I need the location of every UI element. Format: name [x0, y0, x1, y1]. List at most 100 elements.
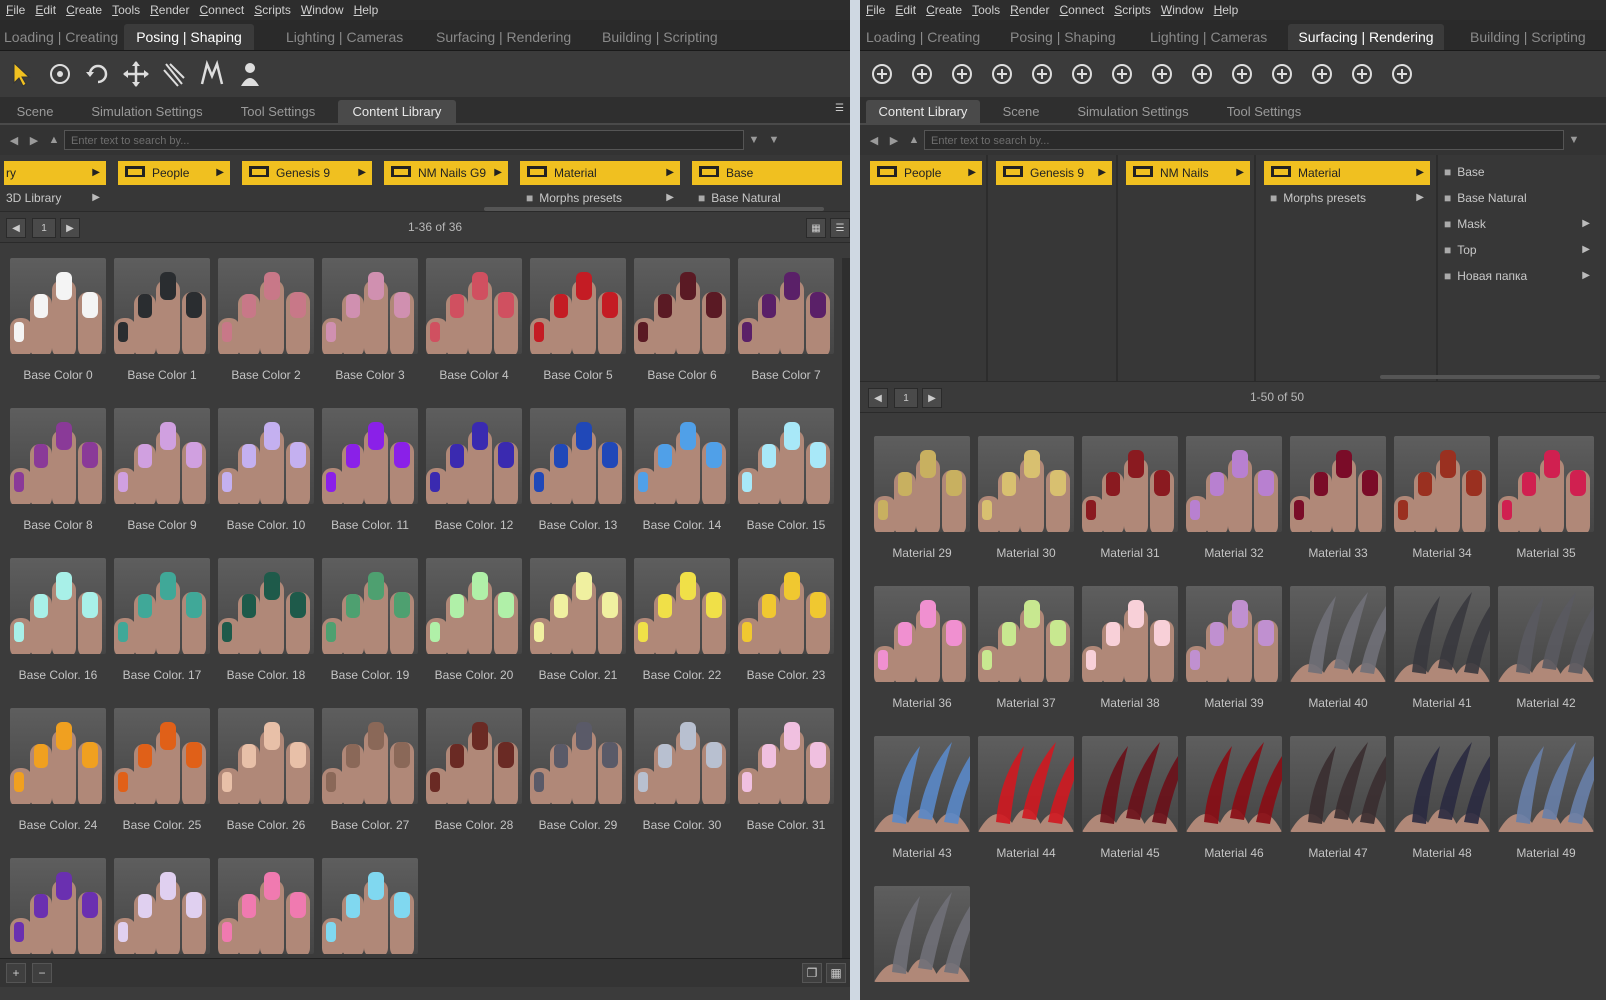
- tab-building-scripting[interactable]: Building | Scripting: [1470, 24, 1586, 50]
- subfolder-new-folder[interactable]: ■ Новая папка ▶: [1444, 265, 1596, 287]
- menu-item-file[interactable]: File: [866, 3, 885, 17]
- menu-item-create[interactable]: Create: [926, 3, 962, 17]
- asset-tile[interactable]: [10, 858, 106, 968]
- asset-tile[interactable]: Base Color. 10: [218, 408, 314, 532]
- asset-tile[interactable]: Base Color. 23: [738, 558, 834, 682]
- folder-material[interactable]: Material ▶: [520, 161, 680, 185]
- nail-thumbnail[interactable]: [1290, 436, 1386, 532]
- asset-tile[interactable]: Material 35: [1498, 436, 1594, 560]
- joint-editor-icon[interactable]: [158, 58, 190, 90]
- render-camera-icon[interactable]: [1066, 58, 1098, 90]
- asset-tile[interactable]: Material 36: [874, 586, 970, 710]
- next-page-icon[interactable]: ▶: [922, 388, 942, 408]
- folder-root[interactable]: ry ▶: [4, 161, 106, 185]
- nail-thumbnail[interactable]: [634, 708, 730, 804]
- tab-simulation-settings[interactable]: Simulation Settings: [80, 100, 214, 123]
- nail-thumbnail[interactable]: [10, 558, 106, 654]
- nail-thumbnail[interactable]: [1082, 436, 1178, 532]
- asset-tile[interactable]: Material 33: [1290, 436, 1386, 560]
- folder-genesis9[interactable]: Genesis 9 ▶: [996, 161, 1112, 185]
- nail-thumbnail[interactable]: [978, 736, 1074, 832]
- tab-lighting-cameras[interactable]: Lighting | Cameras: [1150, 24, 1267, 50]
- nail-thumbnail[interactable]: [426, 408, 522, 504]
- nail-thumbnail[interactable]: [738, 258, 834, 354]
- asset-tile[interactable]: Base Color. 22: [634, 558, 730, 682]
- add-icon[interactable]: +: [6, 963, 26, 983]
- asset-tile[interactable]: Base Color. 16: [10, 558, 106, 682]
- filter-dropdown-icon[interactable]: ▼: [764, 130, 784, 150]
- tab-content-library[interactable]: Content Library: [338, 100, 456, 123]
- tab-posing-shaping[interactable]: Posing | Shaping: [1010, 24, 1116, 50]
- menu-item-file[interactable]: File: [6, 3, 25, 17]
- nail-thumbnail[interactable]: [1186, 586, 1282, 682]
- nail-thumbnail[interactable]: [530, 408, 626, 504]
- nail-thumbnail[interactable]: [1394, 736, 1490, 832]
- asset-tile[interactable]: Base Color. 15: [738, 408, 834, 532]
- menu-item-help[interactable]: Help: [354, 3, 379, 17]
- nail-thumbnail[interactable]: [10, 408, 106, 504]
- search-input[interactable]: Enter text to search by...: [924, 130, 1564, 150]
- up-icon[interactable]: ▲: [44, 130, 64, 150]
- pointer-tool-icon[interactable]: [6, 58, 38, 90]
- menu-item-create[interactable]: Create: [66, 3, 102, 17]
- nail-thumbnail[interactable]: [114, 258, 210, 354]
- rotate-tool-icon[interactable]: [82, 58, 114, 90]
- nail-thumbnail[interactable]: [1394, 436, 1490, 532]
- nail-thumbnail[interactable]: [1498, 736, 1594, 832]
- menu-item-edit[interactable]: Edit: [35, 3, 56, 17]
- menu-item-scripts[interactable]: Scripts: [254, 3, 291, 17]
- asset-tile[interactable]: Material 44: [978, 736, 1074, 860]
- nail-thumbnail[interactable]: [114, 558, 210, 654]
- folder-base[interactable]: Base: [692, 161, 842, 185]
- prev-page-icon[interactable]: ◀: [6, 218, 26, 238]
- nail-thumbnail[interactable]: [634, 258, 730, 354]
- folder-people[interactable]: People ▶: [118, 161, 230, 185]
- folder-genesis9[interactable]: Genesis 9 ▶: [242, 161, 372, 185]
- nail-thumbnail[interactable]: [530, 558, 626, 654]
- page-number[interactable]: 1: [32, 218, 56, 238]
- up-icon[interactable]: ▲: [904, 130, 924, 150]
- tab-lighting-cameras[interactable]: Lighting | Cameras: [286, 24, 403, 50]
- cube-tool-icon[interactable]: [1266, 58, 1298, 90]
- folder-nm-nails[interactable]: NM Nails ▶: [1126, 161, 1250, 185]
- nail-thumbnail[interactable]: [738, 708, 834, 804]
- grid-view-icon[interactable]: ▦: [806, 218, 826, 238]
- asset-tile[interactable]: Base Color 2: [218, 258, 314, 382]
- nail-thumbnail[interactable]: [114, 858, 210, 954]
- asset-tile[interactable]: [218, 858, 314, 968]
- light-tool-icon[interactable]: [946, 58, 978, 90]
- asset-tile[interactable]: Base Color 3: [322, 258, 418, 382]
- nail-thumbnail[interactable]: [10, 258, 106, 354]
- list-view-icon[interactable]: ☰: [830, 218, 850, 238]
- nail-thumbnail[interactable]: [218, 558, 314, 654]
- asset-tile[interactable]: Base Color. 21: [530, 558, 626, 682]
- tab-loading-creating[interactable]: Loading | Creating: [4, 24, 118, 50]
- nail-thumbnail[interactable]: [874, 586, 970, 682]
- menu-item-edit[interactable]: Edit: [895, 3, 916, 17]
- nail-thumbnail[interactable]: [978, 586, 1074, 682]
- asset-tile[interactable]: Base Color. 17: [114, 558, 210, 682]
- geometry-editor-icon[interactable]: [1106, 58, 1138, 90]
- asset-tile[interactable]: Base Color. 27: [322, 708, 418, 832]
- nail-thumbnail[interactable]: [634, 558, 730, 654]
- nail-thumbnail[interactable]: [218, 708, 314, 804]
- asset-tile[interactable]: Material 48: [1394, 736, 1490, 860]
- subfolder-top[interactable]: ■ Top ▶: [1444, 239, 1596, 261]
- pane-menu-icon[interactable]: ☰: [835, 103, 844, 114]
- nail-thumbnail[interactable]: [322, 558, 418, 654]
- subfolder-base-natural[interactable]: ■ Base Natural: [698, 187, 838, 209]
- asset-tile[interactable]: [322, 858, 418, 968]
- nail-thumbnail[interactable]: [426, 558, 522, 654]
- menu-item-tools[interactable]: Tools: [972, 3, 1000, 17]
- nail-thumbnail[interactable]: [874, 436, 970, 532]
- nail-thumbnail[interactable]: [218, 408, 314, 504]
- node-selector-icon[interactable]: [1146, 58, 1178, 90]
- tab-surfacing-rendering[interactable]: Surfacing | Rendering: [436, 24, 571, 50]
- asset-tile[interactable]: Base Color 5: [530, 258, 626, 382]
- subfolder-morphs-presets[interactable]: ■ Morphs presets ▶: [1270, 187, 1430, 209]
- tab-surfacing-rendering[interactable]: Surfacing | Rendering: [1288, 24, 1444, 50]
- forward-icon[interactable]: ▶: [24, 130, 44, 150]
- asset-tile[interactable]: Material 38: [1082, 586, 1178, 710]
- spotlight-icon[interactable]: [986, 58, 1018, 90]
- copy-icon[interactable]: ❐: [802, 963, 822, 983]
